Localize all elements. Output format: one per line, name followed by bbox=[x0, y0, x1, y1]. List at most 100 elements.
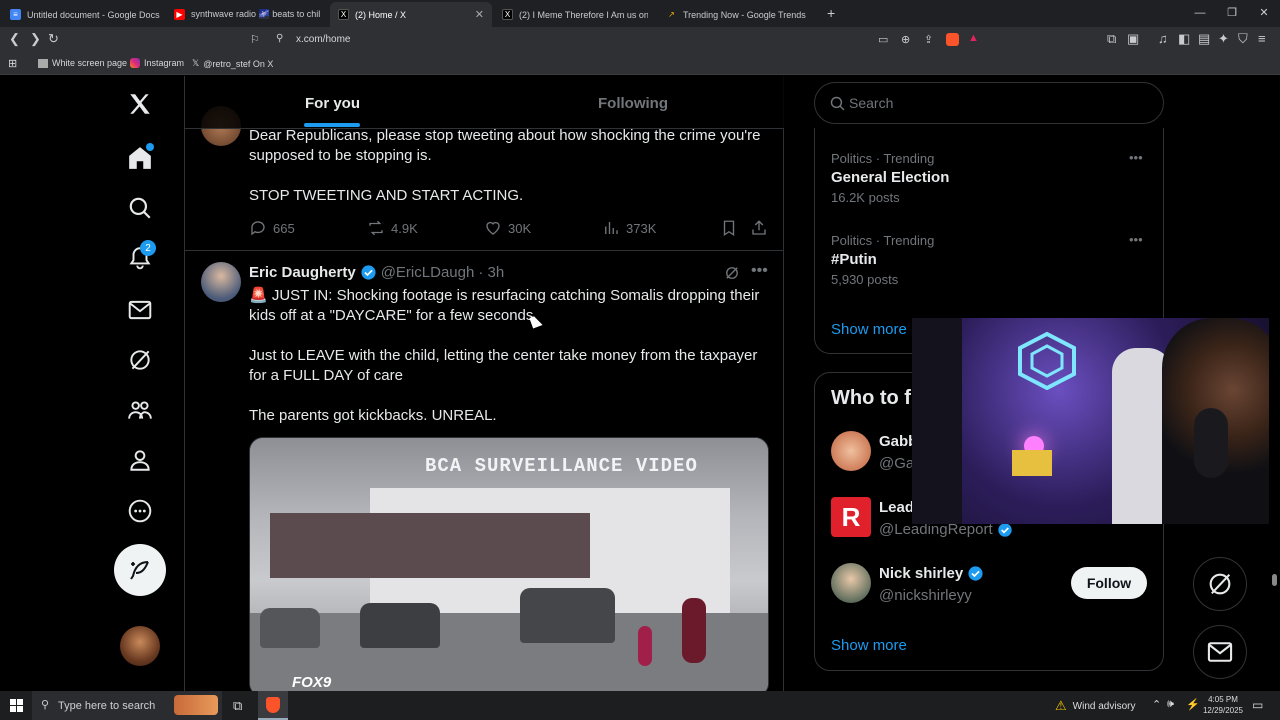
home-icon[interactable] bbox=[126, 143, 154, 172]
trend-more-icon[interactable]: ••• bbox=[1129, 150, 1143, 165]
x-logo-icon[interactable] bbox=[126, 90, 154, 118]
bookmark-icon[interactable]: ⚐ bbox=[250, 33, 260, 46]
profile-icon[interactable] bbox=[126, 446, 154, 474]
task-view-icon[interactable]: ⧉ bbox=[233, 698, 242, 714]
tray-chevron-icon[interactable]: ⌃ bbox=[1152, 698, 1161, 711]
new-tab-icon[interactable]: + bbox=[827, 5, 835, 21]
close-window-icon[interactable]: ✕ bbox=[1248, 0, 1280, 27]
reader-icon[interactable]: ▭ bbox=[878, 33, 888, 46]
messages-icon[interactable] bbox=[126, 296, 154, 324]
show-more-link[interactable]: Show more bbox=[831, 637, 907, 654]
tab-google-trends[interactable]: ↗ Trending Now - Google Trends bbox=[658, 2, 820, 27]
restore-icon[interactable]: ❐ bbox=[1216, 0, 1248, 27]
apps-grid-icon[interactable]: ⊞ bbox=[8, 57, 17, 70]
grok-float-button[interactable] bbox=[1193, 557, 1247, 611]
tab-google-docs[interactable]: ≡ Untitled document - Google Docs bbox=[2, 2, 165, 27]
volume-icon[interactable]: 🕪 bbox=[1167, 698, 1174, 711]
video-logo: FOX9 bbox=[292, 674, 332, 691]
music-icon[interactable]: ♫ bbox=[1158, 31, 1168, 46]
tab-x-meme[interactable]: X (2) I Meme Therefore I Am us on X: " bbox=[494, 2, 656, 27]
extensions-icon[interactable]: ⧉ bbox=[1107, 31, 1116, 47]
bookmark-button[interactable] bbox=[720, 219, 738, 237]
search-box[interactable]: Search bbox=[814, 82, 1164, 124]
messages-icon bbox=[1207, 642, 1233, 662]
more-icon[interactable] bbox=[126, 497, 154, 525]
account-avatar[interactable] bbox=[831, 431, 871, 471]
windows-start-icon[interactable] bbox=[10, 699, 23, 712]
communities-icon[interactable] bbox=[126, 396, 154, 424]
author-avatar[interactable] bbox=[201, 262, 241, 302]
tab-x-home[interactable]: X (2) Home / X ✕ bbox=[330, 2, 492, 27]
reload-icon[interactable]: ↻ bbox=[48, 31, 59, 47]
share-button[interactable] bbox=[750, 219, 768, 237]
author-handle[interactable]: @EricLDaugh bbox=[381, 264, 475, 281]
warning-icon: ⚠ bbox=[1055, 698, 1067, 713]
taskbar-search[interactable]: ⚲ Type here to search bbox=[32, 691, 222, 720]
back-icon[interactable]: ❮ bbox=[9, 31, 20, 47]
views-button[interactable]: 373K bbox=[602, 219, 656, 237]
brave-shield-icon[interactable] bbox=[946, 33, 959, 46]
bookmark-retro-stef[interactable]: 𝕏 @retro_stef On X bbox=[192, 58, 273, 69]
compose-post-button[interactable] bbox=[114, 544, 166, 596]
youtube-icon: ▶ bbox=[174, 9, 185, 20]
author-name[interactable]: Eric Daugherty bbox=[249, 264, 356, 281]
rewards-icon[interactable]: ▲ bbox=[968, 32, 979, 44]
minimize-icon[interactable]: — bbox=[1184, 0, 1216, 27]
account-name[interactable]: Lead bbox=[879, 499, 914, 516]
instagram-icon bbox=[130, 58, 140, 68]
trend-item[interactable]: Politics · Trending General Election 16.… bbox=[831, 151, 949, 205]
trend-more-icon[interactable]: ••• bbox=[1129, 232, 1143, 247]
tab-following[interactable]: Following bbox=[598, 95, 668, 112]
more-options-icon[interactable]: ••• bbox=[751, 262, 768, 280]
share-icon[interactable]: ⇪ bbox=[924, 33, 933, 46]
trend-item[interactable]: Politics · Trending #Putin 5,930 posts bbox=[831, 233, 934, 287]
site-info-icon[interactable]: ⚲ bbox=[276, 33, 283, 44]
address-bar[interactable]: ⚐ ⚲ x.com/home ▭ ⊕ ⇪ ▲ bbox=[246, 29, 990, 51]
bookmark-white-screen[interactable]: White screen page bbox=[38, 58, 127, 68]
zoom-icon[interactable]: ⊕ bbox=[901, 33, 910, 46]
menu-icon[interactable]: ≡ bbox=[1258, 31, 1266, 46]
vpn-icon[interactable]: ⛉ bbox=[1238, 31, 1248, 47]
grok-icon[interactable] bbox=[126, 346, 154, 374]
post-header: Eric Daugherty @EricLDaugh · 3h bbox=[249, 264, 504, 281]
sidebar-icon[interactable]: ◧ bbox=[1178, 31, 1190, 47]
account-name[interactable]: Nick shirley bbox=[879, 565, 963, 582]
person bbox=[682, 598, 706, 663]
network-icon[interactable]: ⚡ bbox=[1186, 698, 1200, 711]
search-icon[interactable] bbox=[126, 194, 154, 222]
post-time[interactable]: · 3h bbox=[478, 264, 504, 281]
account-avatar[interactable] bbox=[831, 563, 871, 603]
taskbar-brave[interactable] bbox=[258, 691, 288, 720]
analytics-icon bbox=[605, 222, 618, 234]
trend-context: Politics · Trending bbox=[831, 233, 935, 248]
show-more-link[interactable]: Show more bbox=[831, 321, 907, 338]
docs-icon: ≡ bbox=[10, 9, 21, 20]
clock[interactable]: 4:05 PM 12/29/2025 bbox=[1200, 694, 1246, 716]
leading-report-logo[interactable]: R bbox=[831, 497, 871, 537]
forward-icon[interactable]: ❯ bbox=[30, 31, 41, 47]
clock-date: 12/29/2025 bbox=[1202, 706, 1244, 715]
like-button[interactable]: 30K bbox=[484, 219, 531, 237]
reply-button[interactable]: 665 bbox=[249, 219, 295, 237]
shelf bbox=[912, 318, 962, 524]
notifications-icon[interactable]: 2 bbox=[126, 240, 156, 272]
bookmark-icon bbox=[723, 220, 735, 237]
repost-button[interactable]: 4.9K bbox=[367, 219, 418, 237]
leo-icon[interactable]: ✦ bbox=[1218, 31, 1229, 47]
post-video[interactable]: BCA SURVEILLANCE VIDEO FOX9 bbox=[249, 437, 769, 691]
weather-widget[interactable]: ⚠ Wind advisory bbox=[1055, 698, 1135, 714]
bookmark-instagram[interactable]: Instagram bbox=[130, 58, 184, 68]
close-tab-icon[interactable]: ✕ bbox=[475, 8, 484, 21]
scrollbar[interactable] bbox=[1269, 76, 1280, 691]
wallet-icon[interactable]: ▤ bbox=[1198, 31, 1210, 47]
tab-for-you[interactable]: For you bbox=[304, 95, 360, 127]
notifications-center-icon[interactable]: ▭ bbox=[1252, 698, 1263, 712]
follow-button[interactable]: Follow bbox=[1071, 567, 1147, 599]
screenshot-icon[interactable]: ▣ bbox=[1127, 31, 1139, 47]
account-avatar[interactable] bbox=[120, 626, 160, 666]
tab-youtube[interactable]: ▶ synthwave radio 🌌 beats to chill bbox=[166, 2, 328, 27]
account-name-row: Nick shirley bbox=[879, 565, 984, 582]
grok-explain-icon[interactable] bbox=[723, 264, 741, 287]
scrollbar-thumb[interactable] bbox=[1272, 574, 1277, 586]
messages-float-button[interactable] bbox=[1193, 625, 1247, 679]
